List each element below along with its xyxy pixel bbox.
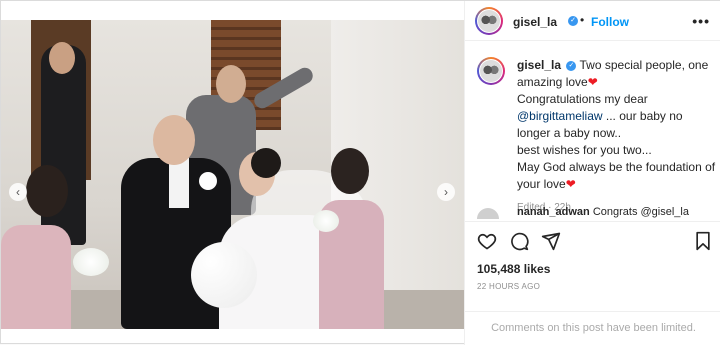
carousel-prev-button[interactable]: ‹ — [9, 183, 27, 201]
bridal-bouquet — [191, 242, 257, 308]
carousel-next-button[interactable]: › — [437, 183, 455, 201]
heart-emoji-icon: ❤ — [565, 177, 576, 191]
comment-username[interactable]: nanah_adwan — [517, 206, 590, 218]
comment-avatar[interactable] — [477, 208, 499, 219]
caption-username[interactable]: gisel_la — [517, 58, 561, 72]
caption-line-4: best wishes for you two... — [517, 143, 652, 157]
more-options-button[interactable]: ••• — [692, 13, 710, 29]
share-icon[interactable] — [541, 231, 561, 251]
caption-line-5: May God always be the foundation of your… — [517, 160, 716, 191]
comment-text: nanah_adwan Congrats @gisel_la — [517, 206, 689, 218]
separator-dot: • — [580, 13, 585, 27]
groom-head — [153, 115, 195, 165]
likes-count[interactable]: 105,488 likes — [477, 262, 550, 276]
groom-shirt — [169, 158, 189, 208]
comments-limited-notice: Comments on this post have been limited. — [465, 311, 720, 345]
post-header: gisel_la ✓ • Follow ••• — [465, 1, 720, 41]
mention-link[interactable]: @birgittameliaw — [517, 109, 603, 123]
bouquet-left — [73, 248, 109, 276]
comment-item: nanah_adwan Congrats @gisel_la — [477, 206, 713, 219]
groom-boutonniere — [199, 172, 217, 190]
heart-emoji-icon: ❤ — [587, 75, 598, 89]
caption-avatar[interactable] — [477, 57, 505, 85]
bouquet-right — [313, 210, 339, 232]
comment-body: Congrats @gisel_la — [592, 206, 689, 218]
follow-button[interactable]: Follow — [591, 15, 629, 29]
post-timestamp[interactable]: 22 HOURS AGO — [477, 282, 540, 291]
verified-icon: ✓ — [566, 60, 577, 71]
post-side-panel: gisel_la ✓ • Follow ••• gisel_la ✓ Two s… — [464, 1, 720, 345]
verified-icon: ✓ — [568, 16, 578, 26]
person-left-head — [49, 42, 75, 74]
caption-body: gisel_la ✓ Two special people, one amazi… — [517, 57, 717, 216]
person-grey-head — [216, 65, 246, 103]
author-avatar[interactable] — [475, 7, 503, 35]
bookmark-icon[interactable] — [693, 231, 713, 251]
comment-icon[interactable] — [509, 231, 529, 251]
bridesmaid-left-head — [26, 165, 68, 217]
heart-icon[interactable] — [477, 231, 497, 251]
instagram-post: ‹ › gisel_la ✓ • Follow ••• gisel_la ✓ T… — [0, 0, 720, 345]
bridesmaid-right-head — [331, 148, 369, 194]
caption-line-2: Congratulations my dear — [517, 92, 648, 106]
post-actions: 105,488 likes 22 HOURS AGO — [465, 221, 720, 311]
bridesmaid-left-dress — [1, 225, 71, 329]
bride-hair — [251, 148, 281, 178]
post-photo[interactable]: ‹ › — [1, 20, 464, 329]
author-username[interactable]: gisel_la — [513, 15, 557, 29]
